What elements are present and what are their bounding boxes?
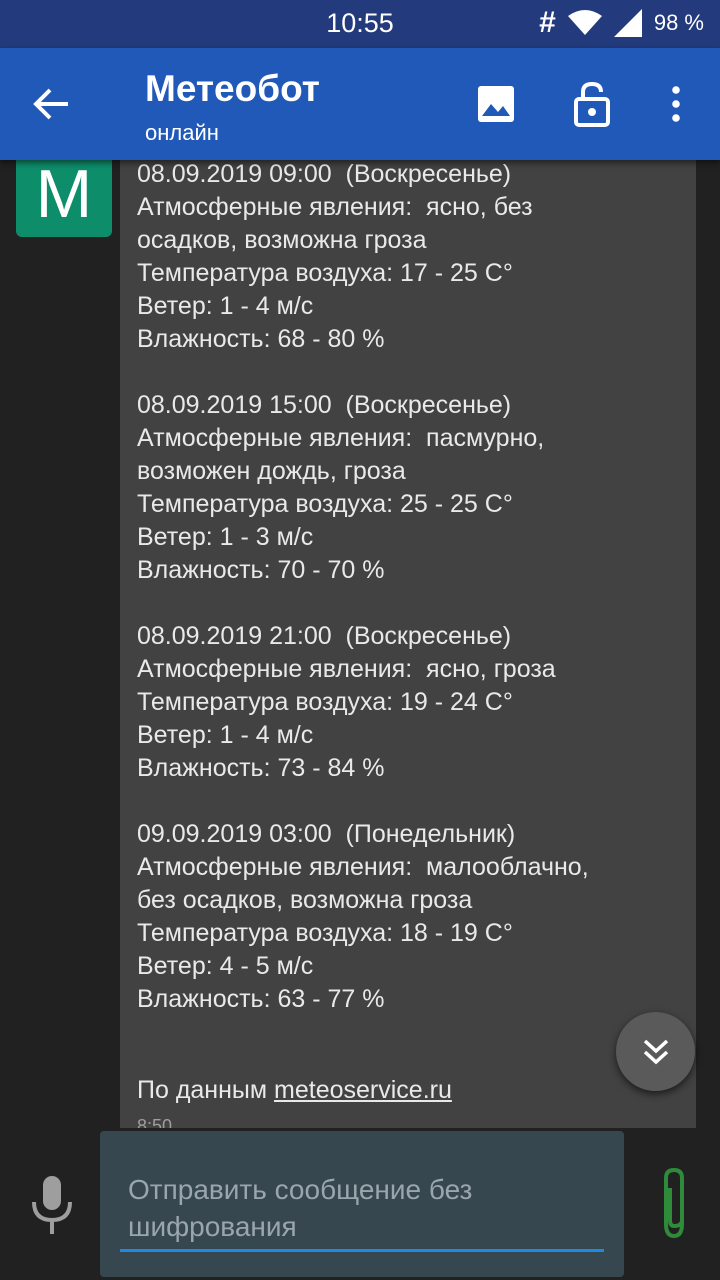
- hash-icon: #: [539, 6, 556, 39]
- message-time: 8:50: [137, 1116, 173, 1128]
- lock-open-icon: [574, 81, 610, 127]
- image-icon: [478, 86, 514, 122]
- message-text: 08.09.2019 09:00 (Воскресенье) Атмосферн…: [137, 160, 589, 1013]
- mic-button[interactable]: [26, 1174, 78, 1236]
- back-button[interactable]: [30, 82, 80, 126]
- wifi-icon: [567, 10, 602, 35]
- composer-bar: Отправить сообщение без шифрования: [0, 1128, 720, 1280]
- source-link[interactable]: meteoservice.ru: [274, 1076, 452, 1104]
- mic-icon: [32, 1176, 72, 1234]
- paperclip-icon: [664, 1167, 684, 1239]
- status-icons: # 98 %: [539, 8, 704, 38]
- toolbar: Метеобот онлайн: [0, 48, 720, 160]
- scroll-to-bottom-button[interactable]: [616, 1012, 695, 1091]
- signal-icon: [613, 9, 642, 37]
- message-input[interactable]: Отправить сообщение без шифрования: [100, 1131, 624, 1277]
- more-vert-icon: [672, 86, 680, 122]
- input-underline: [120, 1249, 604, 1252]
- message-source: По данным meteoservice.ru: [137, 1076, 452, 1105]
- avatar[interactable]: M: [16, 160, 112, 237]
- gallery-button[interactable]: [472, 78, 520, 130]
- status-bar: 10:55 # 98 %: [0, 0, 720, 48]
- more-options-button[interactable]: [652, 78, 700, 130]
- encryption-button[interactable]: [568, 78, 616, 130]
- message-input-placeholder: Отправить сообщение без шифрования: [128, 1174, 473, 1242]
- arrow-left-icon: [33, 88, 68, 120]
- chat-area[interactable]: M 08.09.2019 09:00 (Воскресенье) Атмосфе…: [0, 160, 720, 1128]
- chat-title[interactable]: Метеобот: [145, 68, 320, 110]
- source-prefix: По данным: [137, 1076, 275, 1104]
- battery-percent: 98 %: [653, 10, 704, 35]
- double-chevron-down-icon: [643, 1039, 668, 1064]
- chat-subtitle: онлайн: [145, 120, 219, 145]
- attach-button[interactable]: [652, 1166, 696, 1242]
